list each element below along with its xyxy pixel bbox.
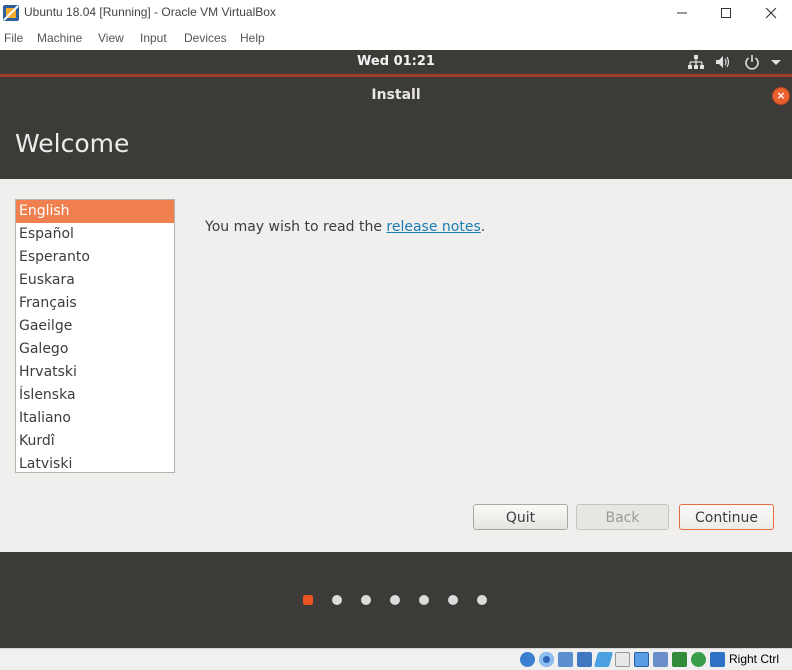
- language-item-espanol[interactable]: Español: [16, 223, 174, 246]
- continue-button[interactable]: Continue: [679, 504, 774, 530]
- installer-footer: [0, 552, 792, 648]
- network-icon[interactable]: [687, 54, 705, 70]
- video-capture-icon[interactable]: [653, 652, 668, 667]
- step-dot: [303, 595, 313, 605]
- close-window-button[interactable]: [748, 0, 792, 26]
- usb-icon[interactable]: [593, 652, 614, 667]
- step-dot: [419, 595, 429, 605]
- panel-clock[interactable]: Wed 01:21: [0, 54, 792, 69]
- shared-folders-icon[interactable]: [615, 652, 630, 667]
- close-icon: ×: [776, 89, 786, 102]
- hard-disk-icon[interactable]: [520, 652, 535, 667]
- installer-body: English Español Esperanto Euskara França…: [0, 179, 792, 552]
- installer-header: Install × Welcome: [0, 77, 792, 179]
- language-item-italiano[interactable]: Italiano: [16, 407, 174, 430]
- language-item-euskara[interactable]: Euskara: [16, 269, 174, 292]
- menu-input[interactable]: Input: [140, 31, 167, 45]
- language-list[interactable]: English Español Esperanto Euskara França…: [15, 199, 175, 473]
- language-item-islenska[interactable]: Íslenska: [16, 384, 174, 407]
- language-item-hrvatski[interactable]: Hrvatski: [16, 361, 174, 384]
- menu-devices[interactable]: Devices: [184, 31, 227, 45]
- installer-close-button[interactable]: ×: [772, 87, 790, 105]
- menu-machine[interactable]: Machine: [37, 31, 82, 45]
- virtualization-icon[interactable]: [672, 652, 687, 667]
- quit-button[interactable]: Quit: [473, 504, 568, 530]
- window-title: Ubuntu 18.04 [Running] - Oracle VM Virtu…: [24, 5, 276, 19]
- language-item-kurdi[interactable]: Kurdî: [16, 430, 174, 453]
- language-item-galego[interactable]: Galego: [16, 338, 174, 361]
- minimize-icon: [677, 12, 687, 14]
- guest-top-panel: Wed 01:21: [0, 50, 792, 74]
- close-icon: [765, 7, 777, 19]
- back-button[interactable]: Back: [576, 504, 669, 530]
- language-item-francais[interactable]: Français: [16, 292, 174, 315]
- network-adapter-icon[interactable]: [577, 652, 592, 667]
- keyboard-capture-icon[interactable]: [710, 652, 725, 667]
- chevron-down-icon[interactable]: [767, 54, 785, 70]
- vbox-status-bar: Right Ctrl: [0, 648, 792, 670]
- virtualbox-app-icon: [3, 5, 19, 21]
- release-notes-text: You may wish to read the release notes.: [205, 219, 485, 235]
- power-icon[interactable]: [743, 54, 761, 70]
- language-item-esperanto[interactable]: Esperanto: [16, 246, 174, 269]
- host-key-label: Right Ctrl: [729, 652, 780, 666]
- step-dot: [477, 595, 487, 605]
- maximize-icon: [721, 8, 731, 18]
- vbox-title-bar: Ubuntu 18.04 [Running] - Oracle VM Virtu…: [0, 0, 792, 26]
- release-notes-link[interactable]: release notes: [386, 219, 480, 235]
- display-icon[interactable]: [634, 652, 649, 667]
- language-item-english[interactable]: English: [16, 200, 174, 223]
- maximize-button[interactable]: [703, 0, 749, 26]
- mouse-integration-icon[interactable]: [691, 652, 706, 667]
- installer-window-title: Install: [371, 87, 421, 103]
- audio-icon[interactable]: [558, 652, 573, 667]
- page-title: Welcome: [15, 129, 130, 158]
- language-item-latviski[interactable]: Latviski: [16, 453, 174, 472]
- volume-icon[interactable]: [714, 54, 732, 70]
- step-dot: [361, 595, 371, 605]
- optical-drive-icon[interactable]: [539, 652, 554, 667]
- menu-view[interactable]: View: [98, 31, 124, 45]
- release-notes-prefix: You may wish to read the: [205, 219, 387, 235]
- menu-help[interactable]: Help: [240, 31, 265, 45]
- menu-file[interactable]: File: [4, 31, 23, 45]
- language-item-gaeilge[interactable]: Gaeilge: [16, 315, 174, 338]
- release-notes-suffix: .: [480, 219, 486, 235]
- vbox-menu-bar: File Machine View Input Devices Help: [0, 28, 792, 50]
- minimize-button[interactable]: [659, 0, 705, 26]
- step-dot: [332, 595, 342, 605]
- step-dot: [448, 595, 458, 605]
- step-dot: [390, 595, 400, 605]
